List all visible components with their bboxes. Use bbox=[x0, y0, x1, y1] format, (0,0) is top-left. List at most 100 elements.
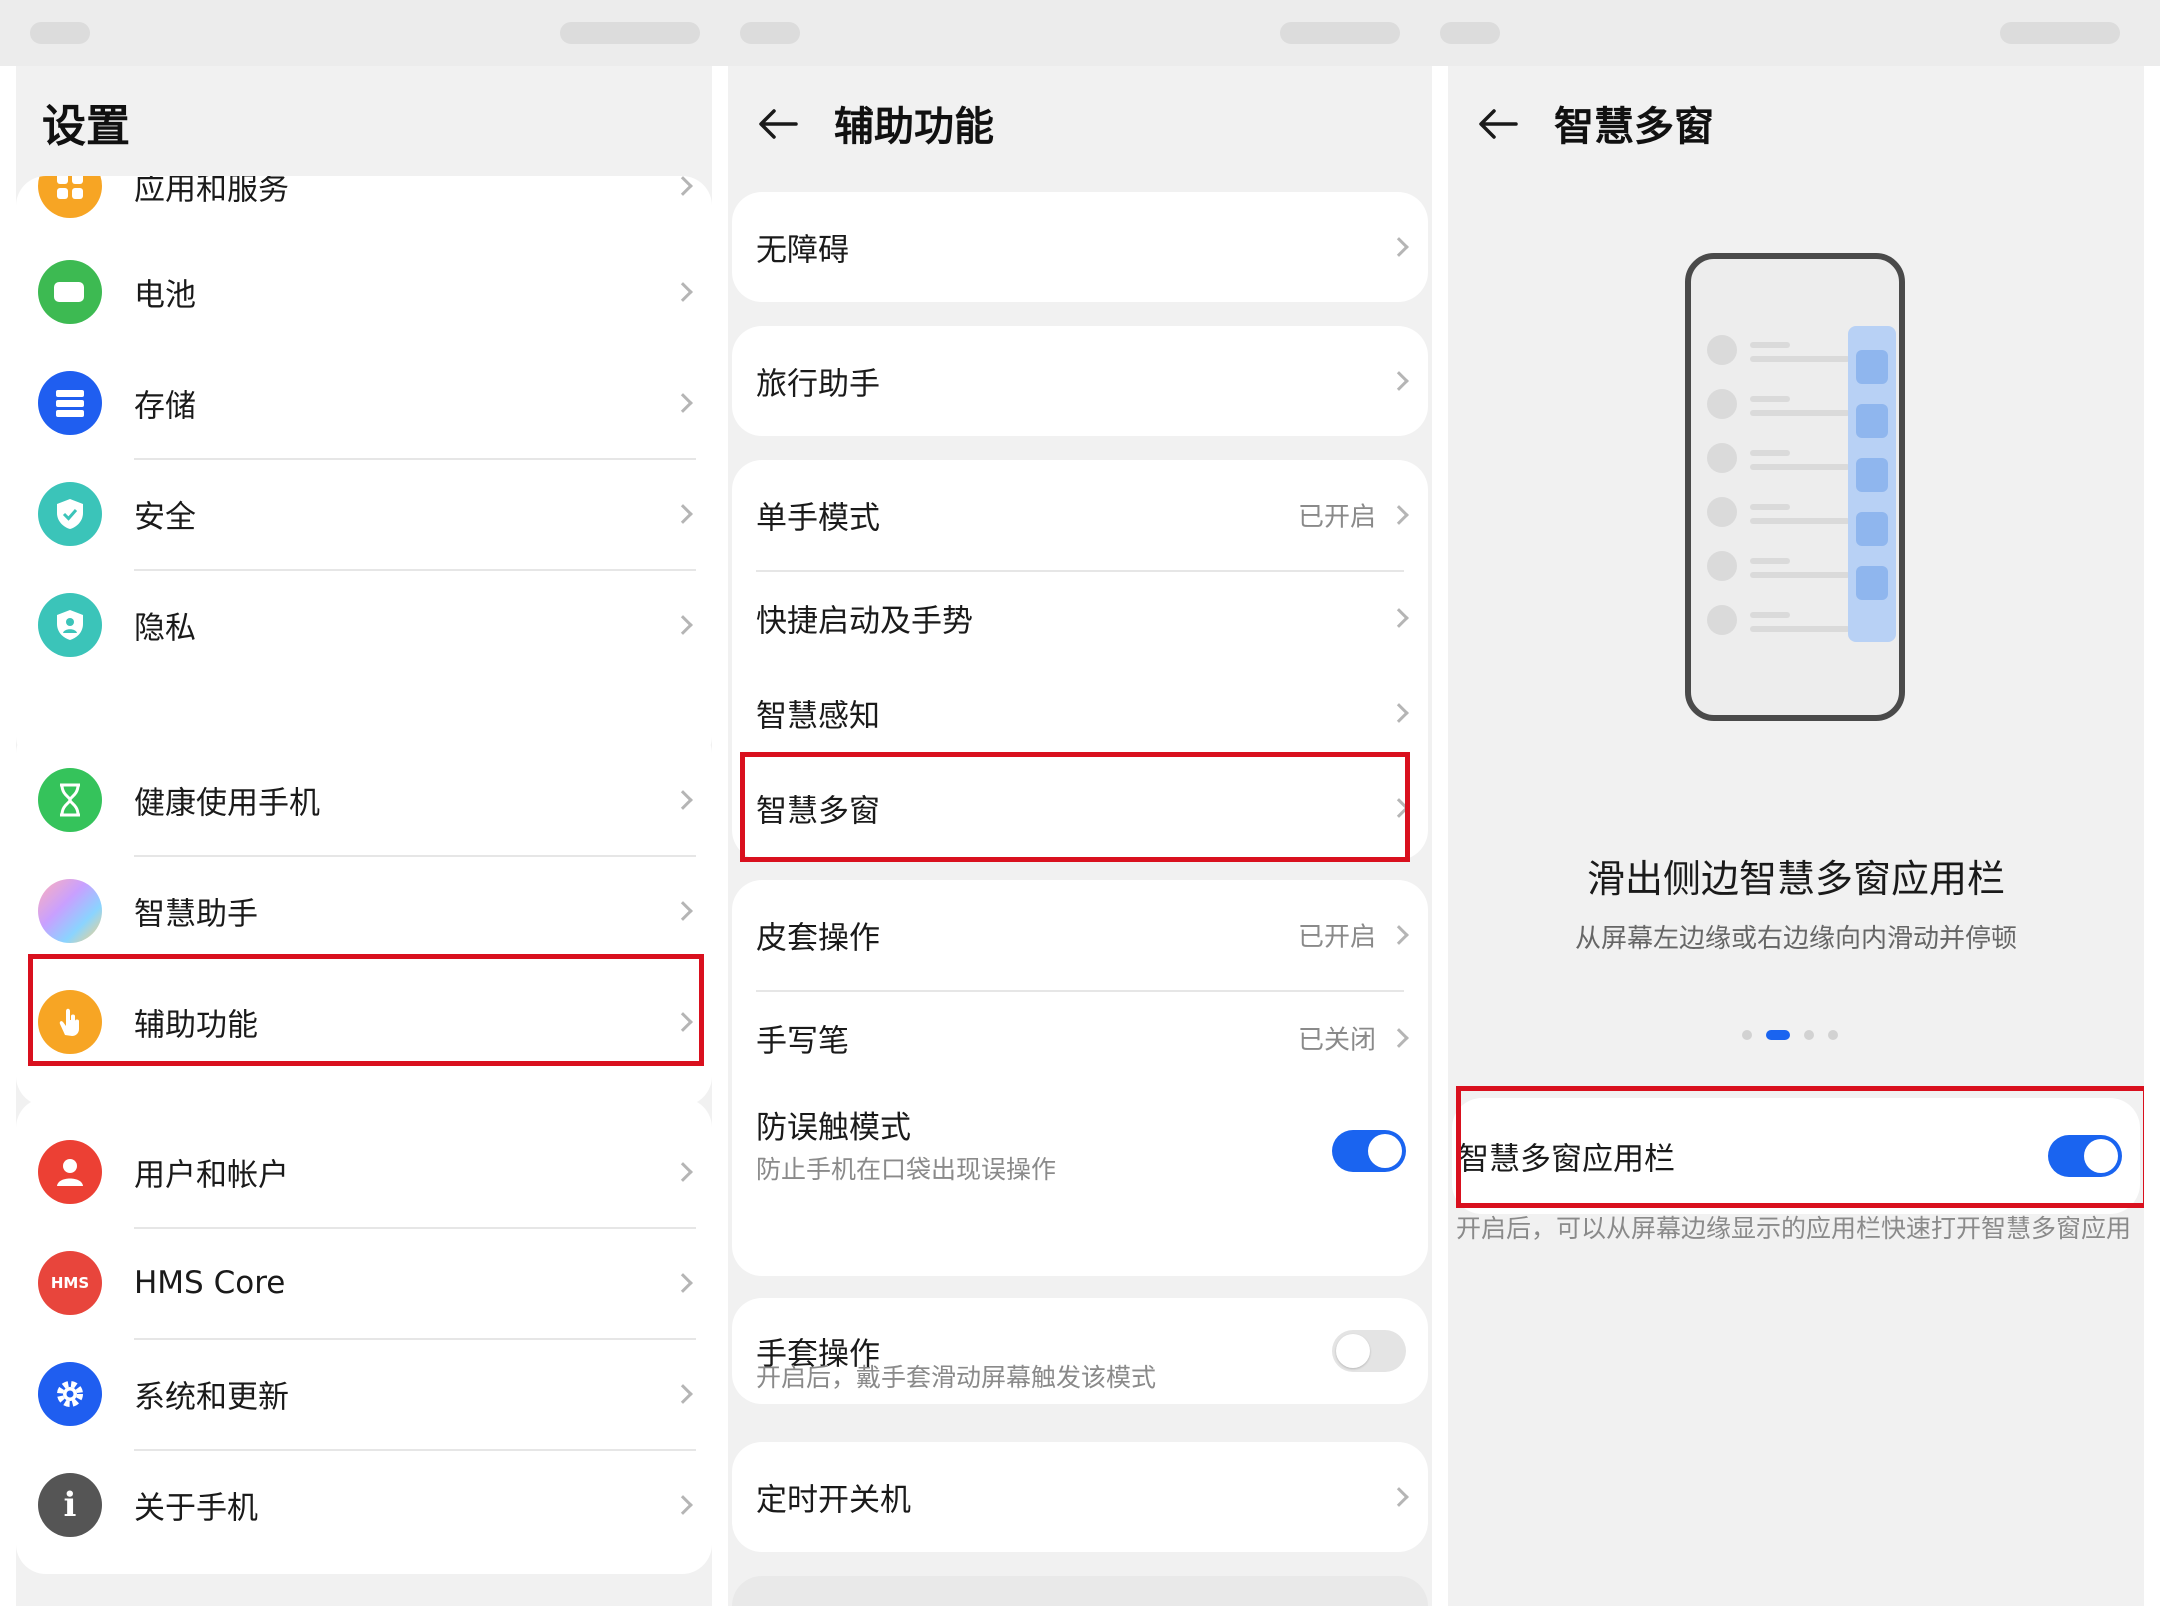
menu-item-subtitle: 防止手机在口袋出现误操作 bbox=[756, 1155, 1057, 1184]
status-blob bbox=[740, 22, 800, 44]
menu-item-smart-sense[interactable]: 智慧感知 bbox=[732, 665, 1428, 760]
back-arrow-icon[interactable] bbox=[756, 102, 800, 146]
settings-item-hms[interactable]: HMS HMS Core bbox=[16, 1227, 712, 1338]
menu-item-label: 单手模式 bbox=[756, 500, 880, 537]
menu-item-cover[interactable]: 皮套操作 已开启 bbox=[732, 880, 1428, 990]
settings-item-health[interactable]: 健康使用手机 bbox=[16, 744, 712, 855]
settings-item-storage[interactable]: 存储 bbox=[16, 347, 712, 458]
menu-item-label: 皮套操作 bbox=[756, 920, 880, 957]
settings-item-label: 关于手机 bbox=[134, 1490, 258, 1526]
settings-item-security[interactable]: 安全 bbox=[16, 458, 712, 569]
app-bar-toggle[interactable] bbox=[2048, 1135, 2122, 1177]
settings-item-label: HMS Core bbox=[134, 1264, 286, 1301]
chevron-right-icon bbox=[673, 1011, 693, 1032]
page-dot[interactable] bbox=[1742, 1030, 1752, 1040]
menu-item-anti-touch: 防误触模式 防止手机在口袋出现误操作 bbox=[732, 1086, 1428, 1216]
chevron-right-icon bbox=[673, 1494, 693, 1515]
menu-item-label: 无障碍 bbox=[756, 232, 849, 269]
menu-item-label: 智慧多窗 bbox=[756, 793, 880, 829]
menu-item-barrier-free[interactable]: 无障碍 bbox=[732, 192, 1428, 302]
storage-icon bbox=[38, 370, 102, 435]
status-value: 已开启 bbox=[1297, 502, 1376, 533]
settings-item-assistant[interactable]: 智慧助手 bbox=[16, 855, 712, 966]
settings-item-label: 系统和更新 bbox=[134, 1379, 289, 1415]
settings-item-privacy[interactable]: 隐私 bbox=[16, 569, 712, 680]
hero-title: 滑出侧边智慧多窗应用栏 bbox=[1586, 857, 2005, 901]
chevron-right-icon bbox=[673, 789, 693, 810]
chevron-right-icon bbox=[673, 1272, 693, 1293]
page-dot-active[interactable] bbox=[1766, 1030, 1790, 1040]
settings-item-system[interactable]: 系统和更新 bbox=[16, 1338, 712, 1449]
card-travel: 旅行助手 bbox=[732, 326, 1428, 436]
hand-touch-icon bbox=[38, 989, 102, 1054]
chevron-right-icon bbox=[673, 503, 693, 524]
page-dot[interactable] bbox=[1828, 1030, 1838, 1040]
status-blob bbox=[560, 22, 700, 44]
settings-item-label: 安全 bbox=[134, 499, 196, 535]
chevron-right-icon bbox=[1389, 702, 1409, 723]
settings-item-label: 隐私 bbox=[134, 610, 196, 646]
card-barrier-free: 无障碍 bbox=[732, 192, 1428, 302]
hourglass-icon bbox=[38, 767, 102, 832]
gear-icon bbox=[38, 1361, 102, 1426]
hms-icon-text: HMS bbox=[50, 1273, 90, 1292]
settings-item-label: 应用和服务 bbox=[134, 176, 289, 208]
user-icon bbox=[38, 1139, 102, 1204]
card-gestures: 单手模式 已开启 快捷启动及手势 智慧感知 智慧多窗 bbox=[732, 460, 1428, 860]
info-icon: i bbox=[38, 1472, 102, 1537]
back-arrow-icon[interactable] bbox=[1476, 102, 1520, 146]
settings-item-label: 辅助功能 bbox=[134, 1007, 258, 1043]
menu-item-shortcuts[interactable]: 快捷启动及手势 bbox=[732, 570, 1428, 665]
menu-item-label: 智慧感知 bbox=[756, 698, 880, 734]
anti-touch-toggle[interactable] bbox=[1332, 1130, 1406, 1172]
toggle-knob bbox=[2084, 1139, 2118, 1173]
settings-item-battery[interactable]: 电池 bbox=[16, 236, 712, 347]
status-bar bbox=[0, 0, 2160, 66]
assistant-icon bbox=[38, 878, 102, 943]
page-indicator bbox=[1742, 1030, 1852, 1042]
card-timer: 定时开关机 bbox=[732, 1442, 1428, 1552]
settings-item-label: 健康使用手机 bbox=[134, 785, 320, 821]
glove-note: 开启后，戴手套滑动屏幕触发该模式 bbox=[756, 1363, 1157, 1392]
chevron-right-icon bbox=[1389, 371, 1409, 391]
menu-item-travel[interactable]: 旅行助手 bbox=[732, 326, 1428, 436]
info-icon-text: i bbox=[63, 1484, 77, 1525]
battery-icon bbox=[38, 259, 102, 324]
chevron-right-icon bbox=[1389, 797, 1409, 818]
glove-toggle[interactable] bbox=[1332, 1330, 1406, 1372]
toggle-knob bbox=[1336, 1334, 1370, 1368]
settings-item-label: 智慧助手 bbox=[134, 896, 258, 932]
status-value: 已关闭 bbox=[1297, 1025, 1376, 1056]
settings-item-about[interactable]: i 关于手机 bbox=[16, 1449, 712, 1560]
page-title: 智慧多窗 bbox=[1554, 104, 1714, 150]
chevron-right-icon bbox=[1389, 1028, 1409, 1048]
settings-item-apps[interactable]: 应用和服务 bbox=[16, 176, 712, 236]
settings-group-2: 健康使用手机 智慧助手 辅助功能 bbox=[16, 724, 712, 1106]
settings-item-accessibility[interactable]: 辅助功能 bbox=[16, 966, 712, 1077]
settings-item-label: 电池 bbox=[134, 277, 196, 313]
hero-subtitle: 从屏幕左边缘或右边缘向内滑动并停顿 bbox=[1574, 924, 2017, 954]
status-value: 已开启 bbox=[1297, 922, 1376, 953]
chevron-right-icon bbox=[1389, 607, 1409, 628]
menu-item-label: 旅行助手 bbox=[756, 366, 880, 403]
menu-item-one-hand[interactable]: 单手模式 已开启 bbox=[732, 460, 1428, 570]
shield-icon bbox=[38, 481, 102, 546]
page-dot[interactable] bbox=[1804, 1030, 1814, 1040]
chevron-right-icon bbox=[673, 1383, 693, 1404]
chevron-right-icon bbox=[673, 176, 693, 196]
status-blob bbox=[1440, 22, 1500, 44]
chevron-right-icon bbox=[1389, 925, 1409, 945]
chevron-right-icon bbox=[1389, 1487, 1409, 1507]
card-next-partial bbox=[732, 1576, 1428, 1606]
menu-item-multi-window[interactable]: 智慧多窗 bbox=[732, 760, 1428, 855]
chevron-right-icon bbox=[1389, 505, 1409, 525]
settings-item-user[interactable]: 用户和帐户 bbox=[16, 1116, 712, 1227]
chevron-right-icon bbox=[673, 1161, 693, 1182]
card-app-bar: 智慧多窗应用栏 bbox=[1452, 1098, 2140, 1214]
page-title: 设置 bbox=[42, 101, 130, 152]
settings-item-label: 存储 bbox=[134, 388, 196, 424]
menu-item-timer-power[interactable]: 定时开关机 bbox=[732, 1442, 1428, 1552]
apps-icon bbox=[38, 176, 102, 218]
menu-item-stylus[interactable]: 手写笔 已关闭 bbox=[732, 990, 1428, 1086]
settings-group-3: 用户和帐户 HMS HMS Core 系统和更新 i 关于手机 bbox=[16, 1098, 712, 1574]
